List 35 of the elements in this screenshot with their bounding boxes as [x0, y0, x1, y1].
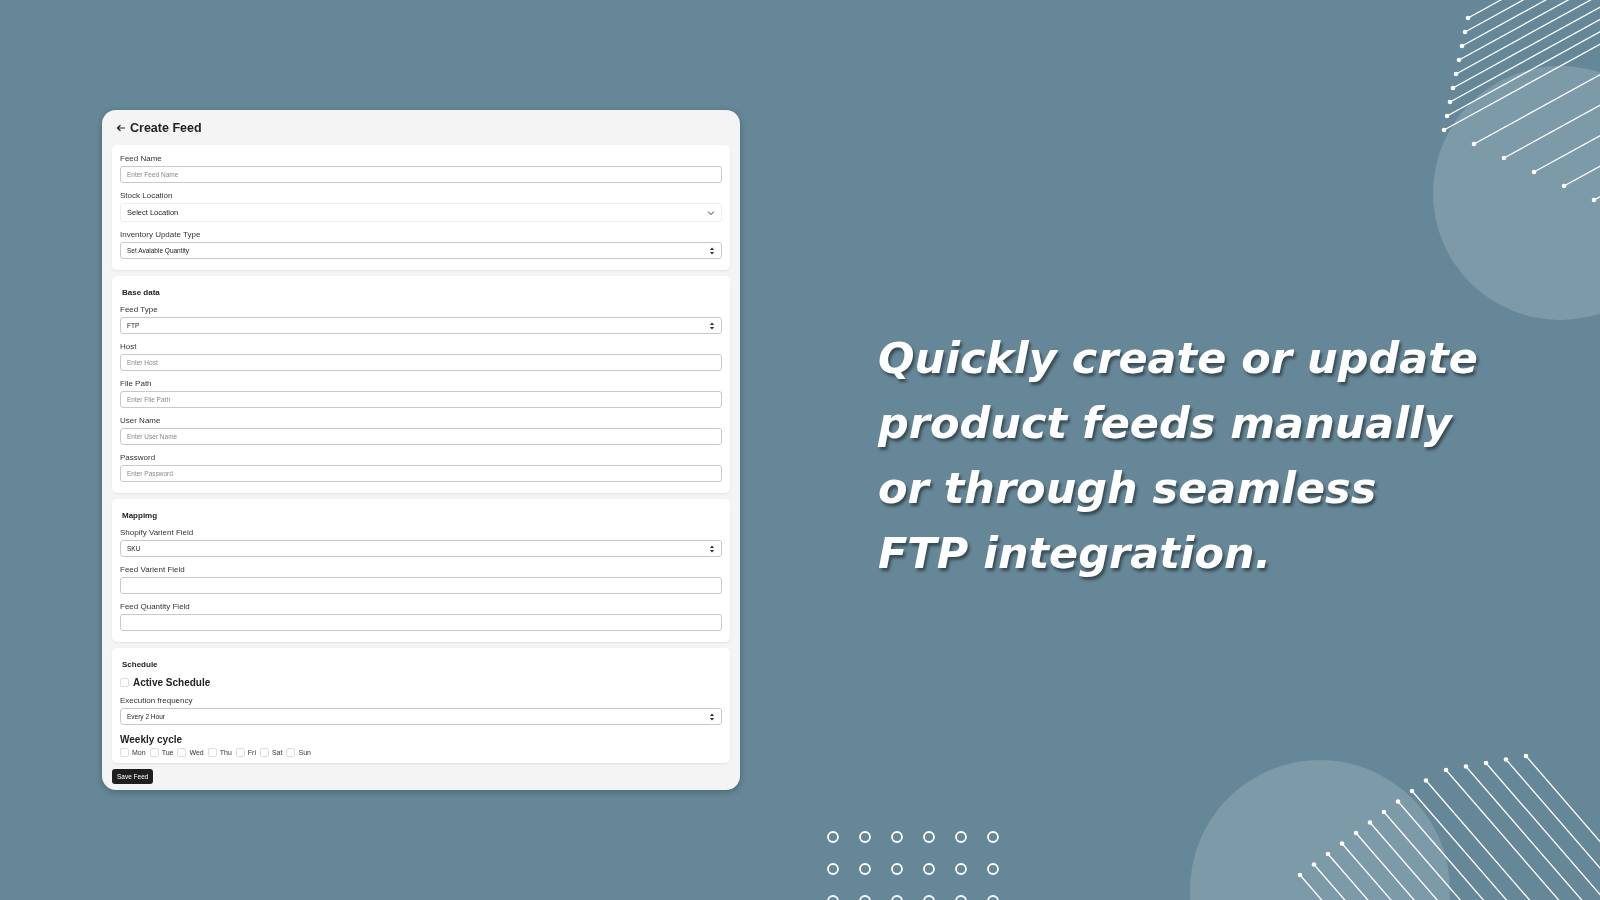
field-label: Stock Location	[120, 191, 174, 200]
checkbox[interactable]	[286, 748, 296, 757]
weekly-cycle-heading: Weekly cycle	[120, 734, 184, 745]
field-label: User Name	[120, 416, 162, 425]
checkbox[interactable]	[177, 748, 187, 757]
field-label: File Path	[120, 379, 153, 388]
section-title: Mappimg	[122, 511, 159, 520]
field-label: Host	[120, 342, 138, 351]
section-title: Schedule	[122, 660, 159, 669]
field-label: Feed Type	[120, 305, 159, 314]
checkbox[interactable]	[120, 678, 129, 687]
back-arrow-icon[interactable]	[116, 123, 126, 133]
text-input-field[interactable]	[120, 577, 722, 594]
headline: Quickly create or update product feeds manually or through seamless FTP integration.	[878, 332, 1478, 580]
sort-arrows-icon	[709, 544, 715, 553]
chevron-down-icon	[707, 209, 715, 216]
text-input-field[interactable]	[120, 614, 722, 631]
checkbox[interactable]	[259, 748, 269, 757]
field-label: Shopify Varient Field	[120, 528, 195, 537]
field-label: Inventory Update Type	[120, 230, 202, 239]
field-label: Password	[120, 453, 157, 462]
checkbox[interactable]	[207, 748, 217, 757]
sort-arrows-icon	[709, 712, 715, 721]
checkbox-label: Active Schedule	[133, 677, 211, 688]
field-label: Feed Varient Field	[120, 565, 186, 574]
field-label: Feed Name	[120, 154, 163, 163]
page-title: Create Feed	[130, 121, 202, 135]
field-label: Feed Quantity Field	[120, 602, 191, 611]
checkbox[interactable]	[149, 748, 159, 757]
checkbox[interactable]	[235, 748, 245, 757]
sort-arrows-icon	[709, 246, 715, 255]
section-title: Base data	[122, 288, 161, 297]
checkbox[interactable]	[120, 748, 129, 757]
sort-arrows-icon	[709, 321, 715, 330]
field-label: Execution frequency	[120, 696, 194, 705]
